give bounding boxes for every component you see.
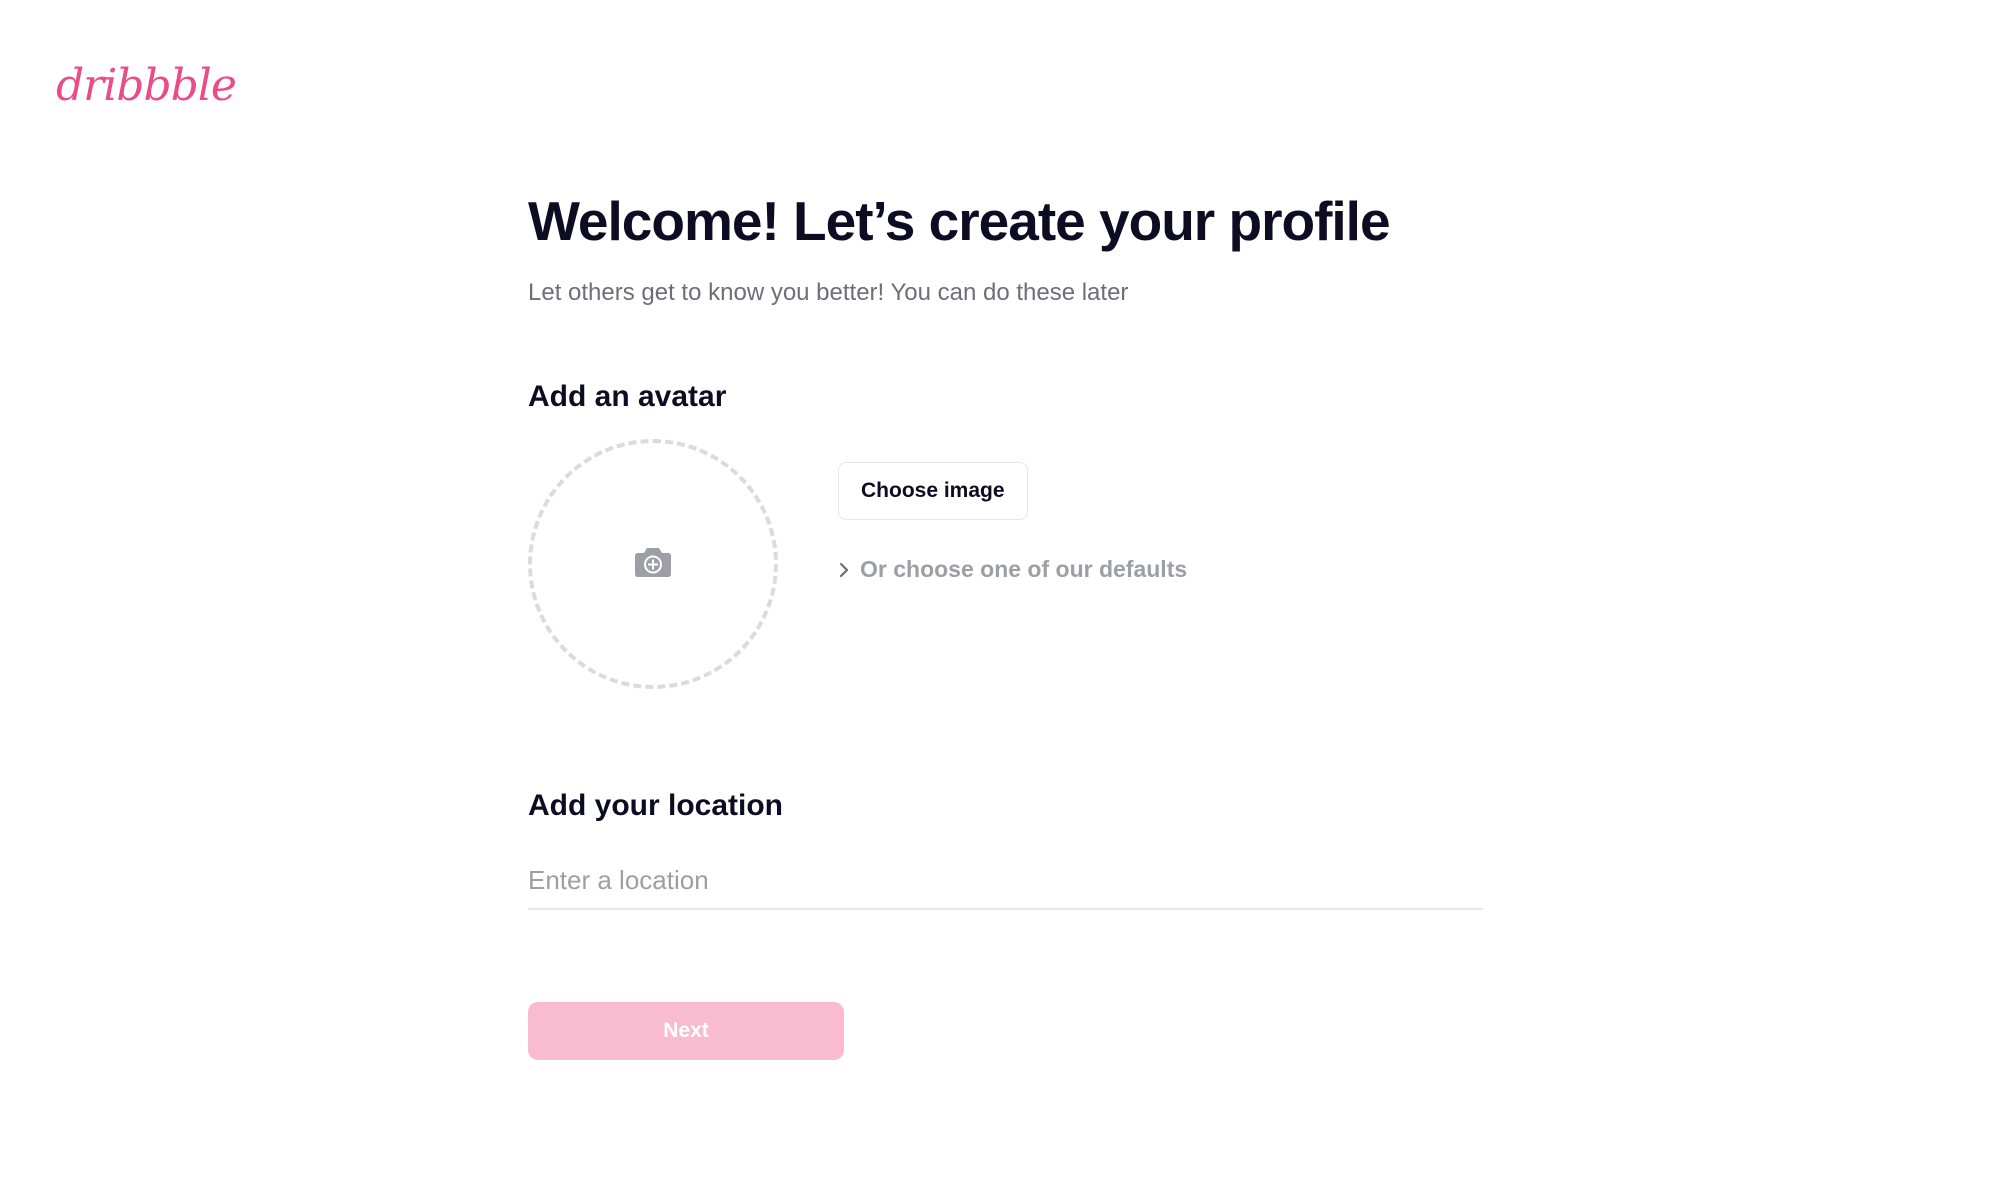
camera-plus-icon bbox=[634, 546, 672, 583]
avatar-actions: Choose image Or choose one of our defaul… bbox=[838, 462, 1187, 583]
choose-image-button[interactable]: Choose image bbox=[838, 462, 1028, 520]
choose-defaults-label: Or choose one of our defaults bbox=[860, 556, 1188, 582]
location-section-heading: Add your location bbox=[528, 789, 783, 822]
next-button[interactable]: Next bbox=[528, 1002, 844, 1060]
profile-form: Welcome! Let’s create your profile Let o… bbox=[528, 185, 1483, 1060]
page-subtitle: Let others get to know you better! You c… bbox=[528, 279, 1129, 306]
page-title: Welcome! Let’s create your profile bbox=[528, 190, 1391, 252]
choose-defaults-link[interactable]: Or choose one of our defaults bbox=[838, 556, 1187, 583]
chevron-right-icon bbox=[838, 561, 850, 579]
location-input[interactable] bbox=[528, 852, 1483, 910]
avatar-section: Choose image Or choose one of our defaul… bbox=[528, 439, 1483, 689]
dribbble-logo[interactable]: dribbble bbox=[56, 64, 237, 108]
avatar-dropzone[interactable] bbox=[528, 439, 778, 689]
avatar-section-heading: Add an avatar bbox=[528, 380, 727, 413]
profile-setup-page: dribbble Welcome! Let’s create your prof… bbox=[0, 0, 2000, 1190]
